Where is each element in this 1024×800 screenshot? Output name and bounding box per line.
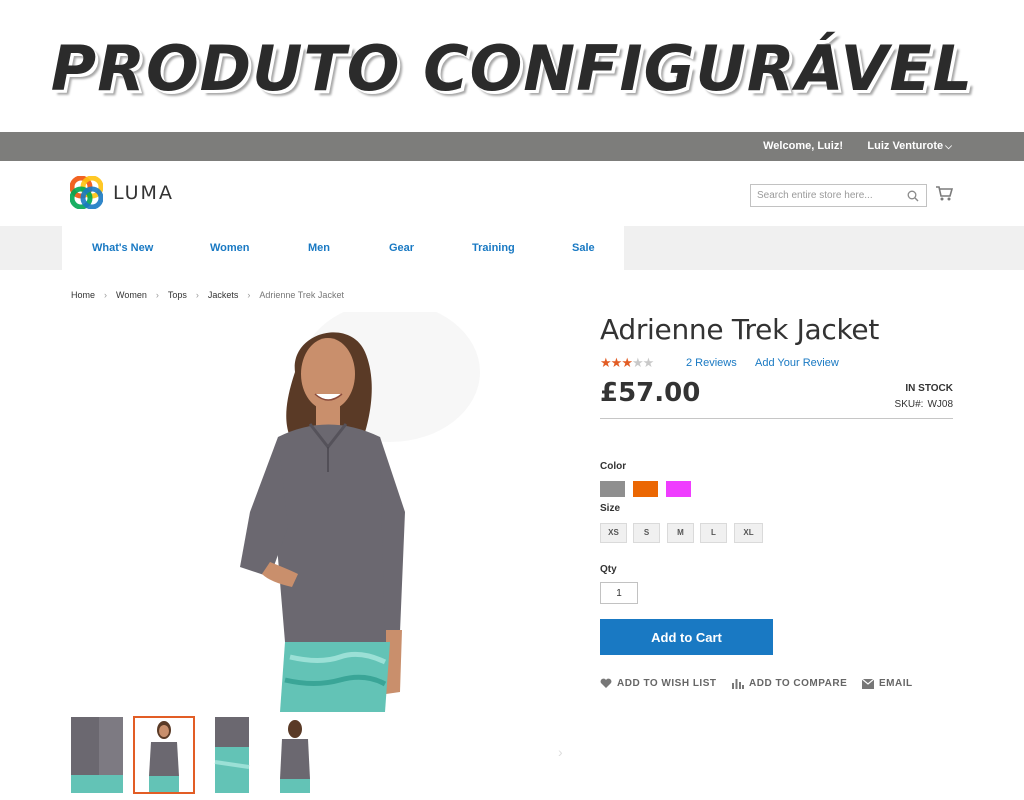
email-label: EMAIL bbox=[879, 678, 913, 689]
gallery-thumbnail-3[interactable] bbox=[204, 716, 258, 794]
chevron-down-icon: ⌵ bbox=[945, 141, 952, 151]
color-swatch-pink[interactable] bbox=[666, 481, 691, 497]
color-label: Color bbox=[600, 461, 627, 472]
product-sku: SKU#: WJ08 bbox=[895, 399, 953, 410]
promo-banner: PRODUTO CONFIGURÁVEL bbox=[0, 0, 1024, 132]
reviews-link[interactable]: 2 Reviews bbox=[686, 357, 737, 369]
cart-icon[interactable] bbox=[936, 186, 953, 201]
wishlist-label: ADD TO WISH LIST bbox=[617, 678, 717, 689]
compare-icon bbox=[732, 678, 744, 689]
search-icon[interactable] bbox=[907, 190, 919, 202]
sku-value: WJ08 bbox=[927, 399, 953, 410]
nav-item-whats-new[interactable]: What's New bbox=[92, 242, 153, 254]
nav-item-training[interactable]: Training bbox=[472, 242, 515, 254]
add-to-cart-button[interactable]: Add to Cart bbox=[600, 619, 773, 655]
gallery-thumbnail-2-active[interactable] bbox=[133, 716, 195, 794]
luma-logo-icon bbox=[70, 176, 103, 209]
gallery-thumbnail-4[interactable] bbox=[267, 716, 321, 794]
gallery-thumbnail-1[interactable] bbox=[70, 716, 124, 794]
star-icon: ★ bbox=[610, 355, 623, 370]
gallery-thumbnails bbox=[70, 716, 330, 794]
search-input[interactable] bbox=[751, 185, 901, 206]
customer-name: Luiz Venturote bbox=[867, 140, 944, 152]
rating-stars: ★★★★★ bbox=[600, 355, 655, 371]
product-title: Adrienne Trek Jacket bbox=[600, 313, 880, 346]
add-to-compare-link[interactable]: ADD TO COMPARE bbox=[732, 678, 847, 689]
color-swatch-gray[interactable] bbox=[600, 481, 625, 497]
divider bbox=[600, 418, 953, 419]
banner-title: PRODUTO CONFIGURÁVEL bbox=[50, 32, 974, 105]
welcome-message: Welcome, Luiz! bbox=[763, 140, 843, 152]
size-option-s[interactable]: S bbox=[633, 523, 660, 543]
sku-label: SKU#: bbox=[894, 399, 924, 410]
breadcrumb-separator: › bbox=[195, 290, 199, 300]
top-panel: Welcome, Luiz! Luiz Venturote ⌵ bbox=[0, 132, 1024, 161]
stock-status: IN STOCK bbox=[905, 383, 953, 394]
breadcrumb-tops[interactable]: Tops bbox=[168, 290, 187, 300]
customer-menu[interactable]: Luiz Venturote ⌵ bbox=[867, 140, 952, 152]
breadcrumb-women[interactable]: Women bbox=[116, 290, 147, 300]
breadcrumb: Home › Women › Tops › Jackets › Adrienne… bbox=[71, 290, 344, 300]
nav-item-sale[interactable]: Sale bbox=[572, 242, 595, 254]
size-option-xs[interactable]: XS bbox=[600, 523, 627, 543]
nav-item-gear[interactable]: Gear bbox=[389, 242, 414, 254]
logo[interactable]: LUMA bbox=[70, 176, 174, 209]
product-price: £57.00 bbox=[600, 378, 701, 408]
breadcrumb-home[interactable]: Home bbox=[71, 290, 95, 300]
color-swatch-orange[interactable] bbox=[633, 481, 658, 497]
heart-icon bbox=[600, 678, 612, 689]
email-link[interactable]: EMAIL bbox=[862, 678, 913, 689]
add-to-wishlist-link[interactable]: ADD TO WISH LIST bbox=[600, 678, 716, 689]
breadcrumb-separator: › bbox=[247, 290, 251, 300]
star-icon: ★ bbox=[642, 355, 655, 370]
qty-label: Qty bbox=[600, 564, 617, 575]
star-icon: ★ bbox=[631, 355, 644, 370]
main-navigation: What's New Women Men Gear Training Sale bbox=[62, 226, 624, 270]
search-box bbox=[750, 184, 927, 207]
gallery-next-arrow[interactable]: › bbox=[558, 744, 563, 760]
qty-input[interactable] bbox=[600, 582, 638, 604]
star-icon: ★ bbox=[600, 355, 612, 370]
breadcrumb-current: Adrienne Trek Jacket bbox=[259, 290, 344, 300]
product-main-image[interactable] bbox=[200, 312, 490, 712]
logo-text: LUMA bbox=[113, 181, 174, 204]
size-option-l[interactable]: L bbox=[700, 523, 727, 543]
breadcrumb-separator: › bbox=[155, 290, 159, 300]
compare-label: ADD TO COMPARE bbox=[749, 678, 848, 689]
size-option-xl[interactable]: XL bbox=[734, 523, 763, 543]
size-label: Size bbox=[600, 503, 621, 514]
email-icon bbox=[862, 678, 874, 689]
star-icon: ★ bbox=[621, 355, 633, 370]
nav-item-men[interactable]: Men bbox=[308, 242, 330, 254]
breadcrumb-jackets[interactable]: Jackets bbox=[208, 290, 239, 300]
breadcrumb-separator: › bbox=[104, 290, 108, 300]
size-option-m[interactable]: M bbox=[667, 523, 694, 543]
nav-item-women[interactable]: Women bbox=[210, 242, 250, 254]
add-review-link[interactable]: Add Your Review bbox=[755, 357, 839, 369]
